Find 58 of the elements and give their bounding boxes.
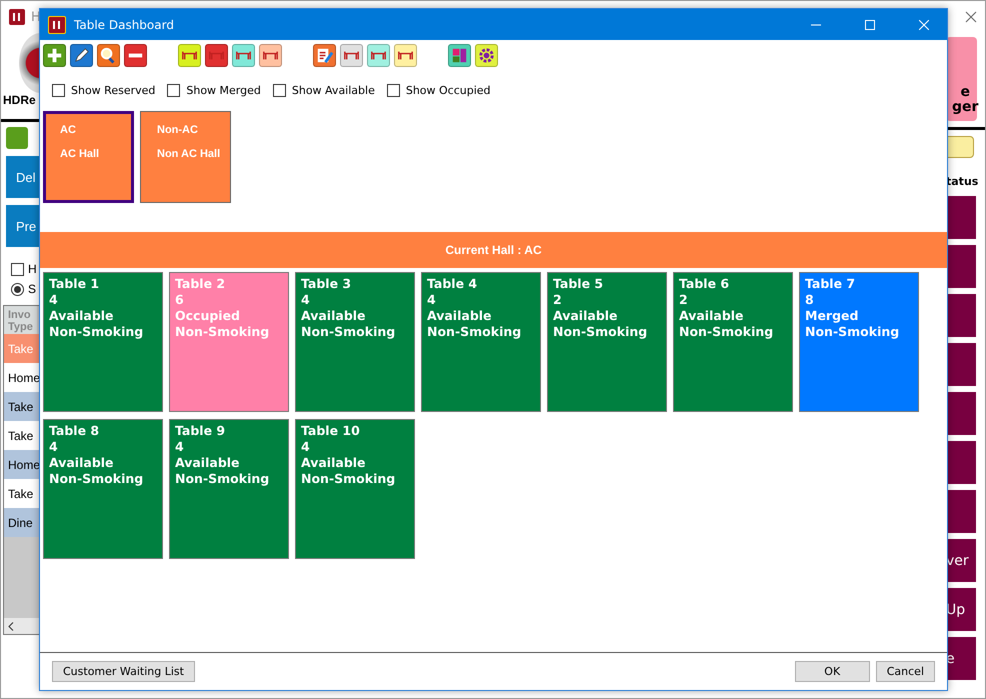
column-header: Invo Type	[4, 306, 37, 334]
table-tile[interactable]: Table 8 4 Available Non-Smoking	[43, 419, 163, 559]
manager-button[interactable]: e ger	[946, 37, 977, 121]
option-label: S	[28, 282, 36, 296]
table-tile[interactable]: Table 3 4 Available Non-Smoking	[295, 272, 415, 412]
checkbox-label: Show Merged	[186, 84, 261, 97]
action-button[interactable]	[946, 343, 976, 386]
cancel-button[interactable]: Cancel	[876, 661, 935, 682]
waiting-list-button[interactable]: Customer Waiting List	[52, 661, 195, 682]
table-tile[interactable]: Table 6 2 Available Non-Smoking	[673, 272, 793, 412]
table-tile[interactable]: Table 4 4 Available Non-Smoking	[421, 272, 541, 412]
checkbox[interactable]	[52, 84, 65, 97]
pencil-icon[interactable]	[70, 44, 93, 67]
edit-document-icon[interactable]	[313, 44, 336, 67]
checkbox-label: Show Occupied	[406, 84, 491, 97]
action-button[interactable]: Pre	[6, 205, 40, 247]
action-button[interactable]	[946, 245, 976, 288]
table-tile[interactable]: Table 10 4 Available Non-Smoking	[295, 419, 415, 559]
settings-icon[interactable]	[475, 44, 498, 67]
checkbox[interactable]	[272, 84, 286, 97]
logo-text: HDRe	[2, 93, 36, 109]
action-button[interactable]: Del	[6, 156, 40, 198]
option-label: H	[28, 262, 37, 276]
current-hall-bar: Current Hall : AC	[40, 232, 947, 268]
scroll-left-icon[interactable]	[8, 622, 14, 631]
app-icon	[9, 9, 25, 25]
input-field[interactable]	[946, 136, 974, 158]
window-title: Table Dashboard	[74, 18, 175, 32]
remove-icon[interactable]	[124, 44, 147, 67]
list-row[interactable]: Take	[4, 479, 39, 508]
action-button[interactable]	[946, 294, 976, 337]
action-button[interactable]	[946, 196, 976, 239]
checkbox[interactable]	[167, 84, 180, 97]
maximize-icon[interactable]	[865, 20, 875, 30]
list-row[interactable]: Dine	[4, 508, 39, 537]
table-tile[interactable]: Table 7 8 Merged Non-Smoking	[799, 272, 919, 412]
table-tile[interactable]: Table 5 2 Available Non-Smoking	[547, 272, 667, 412]
action-button[interactable]	[946, 392, 976, 435]
list-row[interactable]: Take	[4, 392, 39, 421]
list-row[interactable]: Home	[4, 363, 39, 392]
checkbox[interactable]	[11, 262, 24, 276]
action-button[interactable]	[946, 441, 976, 484]
radio-button[interactable]	[11, 282, 24, 296]
list-row[interactable]: Take	[4, 421, 39, 450]
app-icon	[48, 16, 66, 34]
search-icon[interactable]	[97, 44, 120, 67]
action-button[interactable]	[946, 490, 976, 533]
close-icon[interactable]	[965, 11, 977, 23]
ok-button[interactable]: OK	[794, 661, 870, 682]
table-tile[interactable]: Table 9 4 Available Non-Smoking	[169, 419, 289, 559]
table-tile[interactable]: Table 1 4 Available Non-Smoking	[43, 272, 163, 412]
add-icon[interactable]	[43, 44, 66, 67]
scrollbar[interactable]	[4, 618, 39, 634]
checkbox[interactable]	[386, 84, 400, 97]
layout-icon[interactable]	[448, 44, 471, 67]
checkbox-label: Show Available	[292, 84, 375, 97]
list-row[interactable]: Home	[4, 450, 39, 479]
checkbox-label: Show Reserved	[71, 84, 156, 97]
